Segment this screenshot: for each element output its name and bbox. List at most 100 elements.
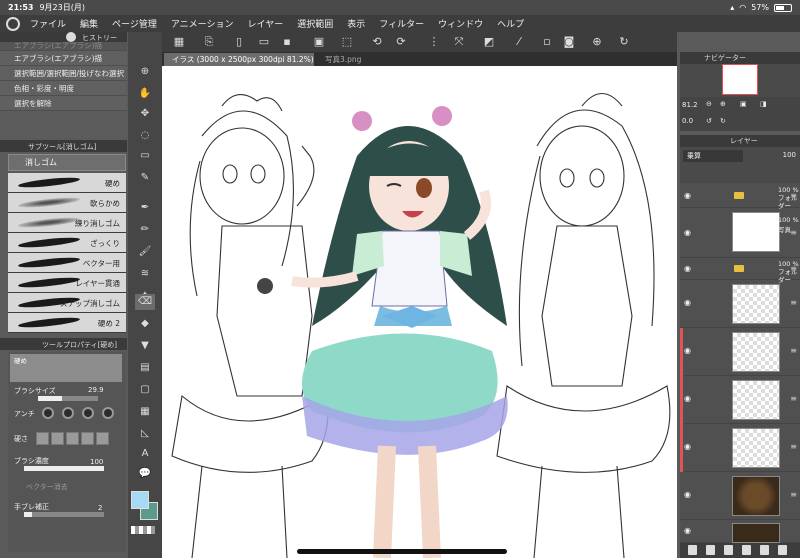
layer-row[interactable]: ◉ ≡ bbox=[680, 376, 800, 424]
layer-row[interactable]: ◉ bbox=[680, 520, 800, 543]
gradient-tool-icon[interactable]: ▤ bbox=[135, 360, 155, 376]
zoom-value[interactable]: 81.2 bbox=[682, 101, 698, 109]
menu-help[interactable]: ヘルプ bbox=[497, 17, 524, 30]
draw-selection-icon[interactable]: ⁄ bbox=[512, 35, 526, 49]
fill-tool-icon[interactable]: ▼ bbox=[135, 338, 155, 354]
pen-tool-icon[interactable]: ✒ bbox=[135, 200, 155, 216]
transform-icon[interactable]: ⤧ bbox=[452, 35, 466, 49]
zoom-in-icon[interactable]: ⊕ bbox=[590, 35, 604, 49]
eye-icon[interactable]: ◉ bbox=[684, 394, 691, 403]
frame-tool-icon[interactable]: ▦ bbox=[135, 404, 155, 420]
hardness-step[interactable] bbox=[51, 432, 64, 445]
history-item[interactable]: エアブラシ(エアブラシ)描 bbox=[0, 51, 127, 66]
brush-item[interactable]: 練り消しゴム bbox=[8, 213, 126, 233]
hardness-step[interactable] bbox=[96, 432, 109, 445]
layer-row[interactable]: ◉ ≡ bbox=[680, 472, 800, 520]
gear-icon[interactable] bbox=[66, 32, 76, 42]
eye-icon[interactable]: ◉ bbox=[684, 490, 691, 499]
density-slider[interactable] bbox=[24, 466, 104, 471]
mask-icon[interactable] bbox=[742, 545, 751, 555]
layer-menu-icon[interactable]: ≡ bbox=[790, 490, 797, 499]
save-icon[interactable]: ▪ bbox=[280, 35, 294, 49]
menu-animation[interactable]: アニメーション bbox=[171, 17, 234, 30]
brush-item[interactable]: ざっくり bbox=[8, 233, 126, 253]
history-item[interactable]: 色相・彩度・明度 bbox=[0, 81, 127, 96]
layer-row[interactable]: ◉ 100 % 写真 ≡ bbox=[680, 208, 800, 258]
brush-item[interactable]: レイヤー貫通 bbox=[8, 273, 126, 293]
history-item[interactable]: 選択を解除 bbox=[0, 96, 127, 111]
tab-layer[interactable]: レイヤー bbox=[730, 136, 758, 146]
layer-row[interactable]: ◉ ≡ bbox=[680, 280, 800, 328]
navigator-thumbnail[interactable] bbox=[722, 64, 758, 95]
rotate-icon[interactable]: ↻ bbox=[617, 35, 631, 49]
layer-menu-icon[interactable]: ≡ bbox=[790, 442, 797, 451]
menu-page[interactable]: ページ管理 bbox=[112, 17, 157, 30]
new-vector-layer-icon[interactable] bbox=[706, 545, 715, 555]
stabilize-slider[interactable] bbox=[24, 512, 104, 517]
flip-icon[interactable]: ◨ bbox=[760, 100, 767, 108]
menu-selection[interactable]: 選択範囲 bbox=[297, 17, 333, 30]
menu-layer[interactable]: レイヤー bbox=[248, 17, 284, 30]
new-layer-icon[interactable] bbox=[688, 545, 697, 555]
drawing-canvas[interactable] bbox=[162, 66, 677, 558]
zoom-in-nav-icon[interactable]: ⊕ bbox=[720, 100, 726, 108]
menu-edit[interactable]: 編集 bbox=[80, 17, 98, 30]
rotate-left-icon[interactable]: ↺ bbox=[706, 117, 712, 125]
layer-opacity[interactable]: 100 bbox=[783, 151, 796, 159]
fit-icon[interactable]: ▣ bbox=[740, 100, 747, 108]
layer-menu-icon[interactable]: ≡ bbox=[790, 264, 797, 273]
hardness-step[interactable] bbox=[66, 432, 79, 445]
ruler-tool-icon[interactable]: ◺ bbox=[135, 426, 155, 442]
deselect-icon[interactable]: ⋮ bbox=[427, 35, 441, 49]
menu-file[interactable]: ファイル bbox=[30, 17, 66, 30]
merge-icon[interactable] bbox=[760, 545, 769, 555]
subtool-group-eraser[interactable]: 消しゴム bbox=[8, 154, 126, 171]
layer-menu-icon[interactable]: ≡ bbox=[790, 346, 797, 355]
main-color-swatch[interactable] bbox=[131, 491, 149, 509]
eye-icon[interactable]: ◉ bbox=[684, 228, 691, 237]
figure-tool-icon[interactable]: ▢ bbox=[135, 382, 155, 398]
layer-row[interactable]: ◉ ≡ bbox=[680, 328, 800, 376]
airbrush-tool-icon[interactable]: ≋ bbox=[135, 266, 155, 282]
hand-tool-icon[interactable]: ✋ bbox=[135, 86, 155, 102]
brush-item[interactable]: 軟らかめ bbox=[8, 193, 126, 213]
zoom-out-icon[interactable]: ⊖ bbox=[706, 100, 712, 108]
tab-subtool[interactable]: サブツール[消しゴム] bbox=[28, 142, 96, 152]
tab-document-illustration[interactable]: イラス (3000 x 2500px 300dpi 81.2%) bbox=[164, 53, 314, 66]
lasso-tool-icon[interactable]: ◌ bbox=[135, 128, 155, 144]
eye-icon[interactable]: ◉ bbox=[684, 526, 691, 535]
delete-layer-icon[interactable] bbox=[778, 545, 787, 555]
menu-filter[interactable]: フィルター bbox=[379, 17, 424, 30]
redo-icon[interactable]: ⟳ bbox=[394, 35, 408, 49]
antialias-option[interactable] bbox=[62, 407, 74, 419]
antialias-option[interactable] bbox=[102, 407, 114, 419]
export-icon[interactable]: ▣ bbox=[312, 35, 326, 49]
move-tool-icon[interactable]: ✥ bbox=[135, 106, 155, 122]
transparent-color-swatch[interactable] bbox=[131, 526, 155, 534]
balloon-tool-icon[interactable]: 💬 bbox=[135, 466, 155, 482]
tab-navigator[interactable]: ナビゲーター bbox=[704, 53, 746, 63]
layer-menu-icon[interactable]: ≡ bbox=[790, 228, 797, 237]
new-file-icon[interactable]: ▯ bbox=[232, 35, 246, 49]
brush-item[interactable]: スナップ消しゴム bbox=[8, 293, 126, 313]
rotation-value[interactable]: 0.0 bbox=[682, 117, 693, 125]
zoom-tool-icon[interactable]: ⊕ bbox=[135, 64, 155, 80]
fill-selection-icon[interactable]: ◩ bbox=[482, 35, 496, 49]
antialias-option[interactable] bbox=[82, 407, 94, 419]
undo-icon[interactable]: ⟲ bbox=[370, 35, 384, 49]
text-tool-icon[interactable]: A bbox=[135, 446, 155, 462]
density-value[interactable]: 100 bbox=[90, 458, 103, 466]
brush-item[interactable]: 硬め bbox=[8, 173, 126, 193]
hardness-step[interactable] bbox=[81, 432, 94, 445]
blend-mode-select[interactable]: 乗算 bbox=[683, 150, 743, 162]
eyedropper-tool-icon[interactable]: ✎ bbox=[135, 170, 155, 186]
eye-icon[interactable]: ◉ bbox=[684, 442, 691, 451]
hardness-step[interactable] bbox=[36, 432, 49, 445]
open-file-icon[interactable]: ▭ bbox=[257, 35, 271, 49]
eye-icon[interactable]: ◉ bbox=[684, 346, 691, 355]
menu-view[interactable]: 表示 bbox=[347, 17, 365, 30]
history-item[interactable]: 選択範囲/選択範囲/投げなわ選択 bbox=[0, 66, 127, 81]
menu-window[interactable]: ウィンドウ bbox=[438, 17, 483, 30]
eye-icon[interactable]: ◉ bbox=[684, 191, 691, 200]
layer-menu-icon[interactable]: ≡ bbox=[790, 394, 797, 403]
